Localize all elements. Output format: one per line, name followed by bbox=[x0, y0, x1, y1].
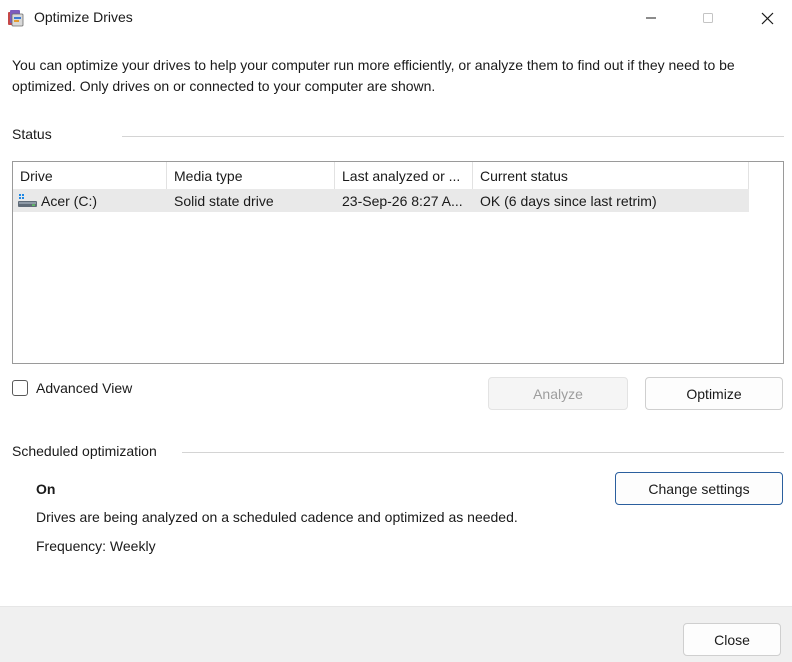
minimize-button[interactable] bbox=[627, 0, 675, 36]
drive-icon bbox=[18, 194, 37, 207]
optimize-button[interactable]: Optimize bbox=[645, 377, 783, 410]
analyze-button[interactable]: Analyze bbox=[488, 377, 628, 410]
drives-list[interactable]: Drive Media type Last analyzed or ... Cu… bbox=[12, 161, 784, 364]
close-icon bbox=[761, 12, 773, 24]
status-divider bbox=[122, 136, 784, 137]
scheduled-divider bbox=[182, 452, 784, 453]
schedule-frequency: Frequency: Weekly bbox=[36, 538, 156, 554]
cell-media-type: Solid state drive bbox=[174, 193, 274, 209]
schedule-description: Drives are being analyzed on a scheduled… bbox=[36, 509, 518, 525]
advanced-view-checkbox[interactable]: Advanced View bbox=[12, 380, 132, 396]
change-settings-button[interactable]: Change settings bbox=[615, 472, 783, 505]
close-window-button[interactable] bbox=[743, 0, 791, 36]
minimize-icon bbox=[646, 17, 656, 19]
schedule-state: On bbox=[36, 481, 56, 497]
cell-current-status: OK (6 days since last retrim) bbox=[480, 193, 657, 209]
intro-text: You can optimize your drives to help you… bbox=[12, 57, 735, 94]
scheduled-section-label: Scheduled optimization bbox=[12, 443, 157, 459]
close-button[interactable]: Close bbox=[683, 623, 781, 656]
defrag-icon bbox=[8, 10, 24, 27]
title-bar: Optimize Drives bbox=[0, 0, 792, 36]
column-header-drive[interactable]: Drive bbox=[13, 162, 167, 189]
column-header-media-type[interactable]: Media type bbox=[167, 162, 335, 189]
dialog-footer: Close bbox=[0, 606, 792, 662]
window-title: Optimize Drives bbox=[34, 9, 133, 25]
drives-list-header: Drive Media type Last analyzed or ... Cu… bbox=[13, 162, 749, 189]
maximize-button bbox=[684, 0, 732, 36]
status-section-label: Status bbox=[12, 126, 52, 142]
maximize-icon bbox=[703, 13, 713, 23]
table-row[interactable]: Acer (C:) Solid state drive 23-Sep-26 8:… bbox=[13, 189, 749, 212]
cell-last-analyzed: 23-Sep-26 8:27 A... bbox=[342, 193, 463, 209]
column-header-last-analyzed[interactable]: Last analyzed or ... bbox=[335, 162, 473, 189]
column-header-current-status[interactable]: Current status bbox=[473, 162, 749, 189]
advanced-view-label: Advanced View bbox=[36, 380, 133, 396]
checkbox-box[interactable] bbox=[12, 380, 28, 396]
